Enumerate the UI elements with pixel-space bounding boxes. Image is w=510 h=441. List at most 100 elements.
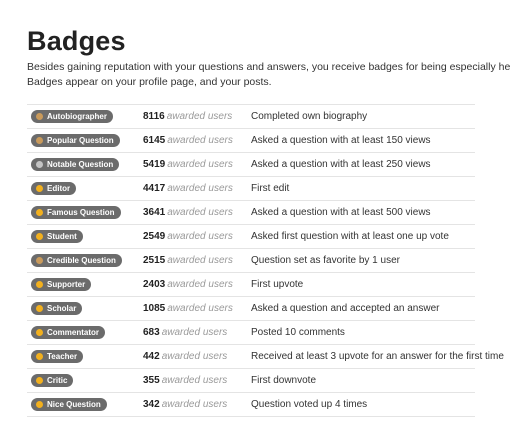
badge-chip[interactable]: Credible Question bbox=[31, 254, 122, 267]
badge-description: Question set as favorite by 1 user bbox=[251, 255, 400, 266]
badge-row: Student 2549 awarded users Asked first qu… bbox=[27, 224, 475, 248]
awarded-count: 8116 awarded users bbox=[143, 105, 232, 128]
awarded-count: 2403 awarded users bbox=[143, 273, 233, 296]
badge-tier-icon bbox=[36, 329, 43, 336]
badge-chip[interactable]: Scholar bbox=[31, 302, 83, 315]
awarded-count: 3641 awarded users bbox=[143, 201, 233, 224]
awarded-number: 3641 bbox=[143, 207, 166, 218]
awarded-number: 4417 bbox=[143, 183, 166, 194]
awarded-number: 442 bbox=[143, 351, 160, 362]
badge-description: Question voted up 4 times bbox=[251, 399, 368, 410]
badge-description: Asked a question with at least 150 views bbox=[251, 135, 431, 146]
badge-tier-icon bbox=[36, 377, 43, 384]
awarded-count: 342 awarded users bbox=[143, 393, 227, 416]
badge-name: Autobiographer bbox=[47, 112, 107, 121]
badge-name: Credible Question bbox=[47, 256, 116, 265]
awarded-count: 6145 awarded users bbox=[143, 129, 233, 152]
awarded-label: awarded users bbox=[167, 231, 233, 242]
awarded-number: 5419 bbox=[143, 159, 166, 170]
badge-tier-icon bbox=[36, 185, 43, 192]
badge-tier-icon bbox=[36, 137, 43, 144]
badge-description: Completed own biography bbox=[251, 111, 368, 122]
awarded-number: 2515 bbox=[143, 255, 166, 266]
awarded-count: 2549 awarded users bbox=[143, 225, 233, 248]
badge-row: Supporter 2403 awarded users First upvote bbox=[27, 272, 475, 296]
badge-name: Critic bbox=[47, 376, 68, 385]
badge-chip[interactable]: Famous Question bbox=[31, 206, 121, 219]
awarded-label: awarded users bbox=[161, 399, 228, 410]
awarded-number: 2403 bbox=[143, 279, 166, 290]
badge-chip[interactable]: Critic bbox=[31, 374, 74, 387]
intro-line-1: Besides gaining reputation with your que… bbox=[27, 61, 510, 73]
awarded-count: 5419 awarded users bbox=[143, 153, 233, 176]
badge-row: Famous Question 3641 awarded users Asked … bbox=[27, 200, 475, 224]
badge-description: Received at least 3 upvote for an answer… bbox=[251, 351, 504, 362]
badge-row: Commentator 683 awarded users Posted 10 c… bbox=[27, 320, 475, 344]
awarded-number: 342 bbox=[143, 399, 160, 410]
page-title: Badges bbox=[27, 26, 126, 56]
badge-row: Scholar 1085 awarded users Asked a questi… bbox=[27, 296, 475, 320]
badge-row: Nice Question 342 awarded users Question … bbox=[27, 392, 475, 417]
badge-tier-icon bbox=[36, 257, 43, 264]
badge-chip[interactable]: Student bbox=[31, 230, 83, 243]
badge-chip[interactable]: Teacher bbox=[31, 350, 84, 363]
badge-name: Notable Question bbox=[47, 160, 114, 169]
awarded-label: awarded users bbox=[167, 303, 233, 314]
awarded-label: awarded users bbox=[167, 183, 233, 194]
badge-name: Student bbox=[47, 232, 77, 241]
badge-description: First upvote bbox=[251, 279, 304, 290]
badge-tier-icon bbox=[36, 209, 43, 216]
badge-name: Popular Question bbox=[47, 136, 114, 145]
badge-name: Scholar bbox=[47, 304, 77, 313]
badge-row: Notable Question 5419 awarded users Asked… bbox=[27, 152, 475, 176]
badge-tier-icon bbox=[36, 401, 43, 408]
badge-name: Supporter bbox=[47, 280, 86, 289]
awarded-count: 1085 awarded users bbox=[143, 297, 233, 320]
badge-description: Asked a question with at least 500 views bbox=[251, 207, 431, 218]
badge-row: Credible Question 2515 awarded users Ques… bbox=[27, 248, 475, 272]
badge-chip[interactable]: Editor bbox=[31, 182, 77, 195]
badge-row: Autobiographer 8116 awarded users Complet… bbox=[27, 104, 475, 128]
badge-description: Asked a question and accepted an answer bbox=[251, 303, 440, 314]
awarded-count: 683 awarded users bbox=[143, 321, 227, 344]
badge-chip[interactable]: Autobiographer bbox=[31, 110, 113, 123]
badge-name: Editor bbox=[47, 184, 71, 193]
awarded-label: awarded users bbox=[167, 279, 233, 290]
badges-page: Badges Besides gaining reputation with y… bbox=[0, 0, 510, 441]
badge-row: Popular Question 6145 awarded users Asked… bbox=[27, 128, 475, 152]
badge-name: Famous Question bbox=[47, 208, 115, 217]
badge-name: Nice Question bbox=[47, 400, 101, 409]
badge-description: First edit bbox=[251, 183, 290, 194]
badge-row: Critic 355 awarded users First downvote bbox=[27, 368, 475, 392]
intro-line-2: Badges appear on your profile page, and … bbox=[27, 75, 272, 88]
badge-tier-icon bbox=[36, 113, 43, 120]
badge-description: Asked a question with at least 250 views bbox=[251, 159, 431, 170]
awarded-label: awarded users bbox=[167, 207, 233, 218]
awarded-label: awarded users bbox=[167, 135, 233, 146]
badge-row: Teacher 442 awarded users Received at lea… bbox=[27, 344, 504, 368]
badge-row: Editor 4417 awarded users First edit bbox=[27, 176, 475, 200]
badge-description: Asked first question with at least one u… bbox=[251, 231, 449, 242]
awarded-count: 2515 awarded users bbox=[143, 249, 233, 272]
badge-description: First downvote bbox=[251, 375, 317, 386]
awarded-number: 355 bbox=[143, 375, 160, 386]
awarded-number: 8116 bbox=[143, 111, 165, 122]
awarded-label: awarded users bbox=[161, 327, 228, 338]
awarded-label: awarded users bbox=[161, 375, 228, 386]
badge-chip[interactable]: Nice Question bbox=[31, 398, 107, 411]
badge-description: Posted 10 comments bbox=[251, 327, 345, 338]
badge-name: Commentator bbox=[47, 328, 100, 337]
awarded-number: 2549 bbox=[143, 231, 166, 242]
badge-chip[interactable]: Supporter bbox=[31, 278, 92, 291]
badge-chip[interactable]: Notable Question bbox=[31, 158, 120, 171]
awarded-number: 683 bbox=[143, 327, 160, 338]
page-intro: Besides gaining reputation with your que… bbox=[27, 60, 510, 89]
awarded-label: awarded users bbox=[167, 159, 233, 170]
badge-chip[interactable]: Popular Question bbox=[31, 134, 120, 147]
badge-chip[interactable]: Commentator bbox=[31, 326, 106, 339]
badge-name: Teacher bbox=[47, 352, 78, 361]
awarded-label: awarded users bbox=[167, 255, 233, 266]
badges-table: Autobiographer 8116 awarded users Complet… bbox=[27, 104, 504, 417]
badge-tier-icon bbox=[36, 353, 43, 360]
badge-tier-icon bbox=[36, 305, 43, 312]
